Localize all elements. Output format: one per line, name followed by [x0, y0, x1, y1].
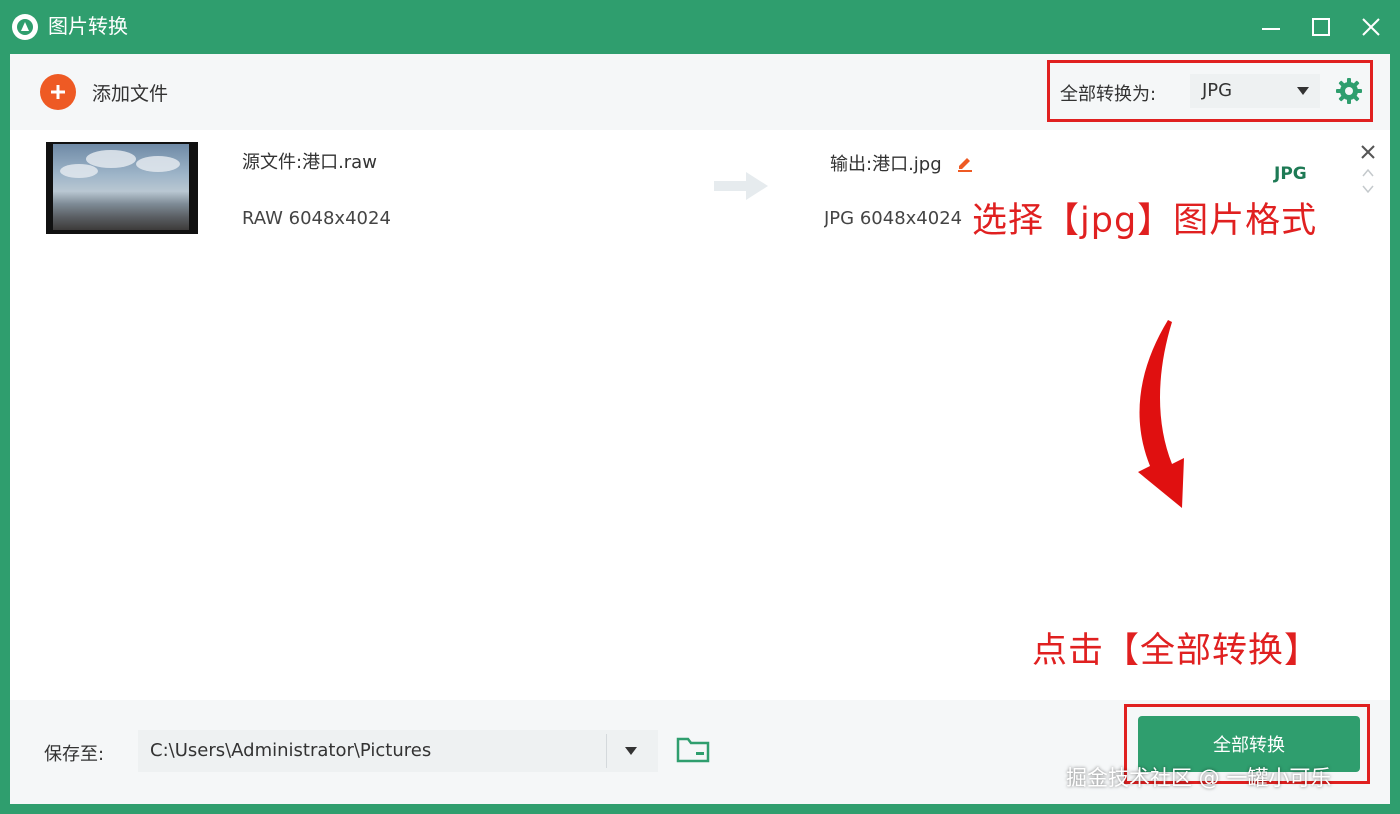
maximize-icon	[1312, 18, 1330, 36]
maximize-button[interactable]	[1306, 12, 1336, 42]
window-title: 图片转换	[48, 14, 128, 38]
add-files-button[interactable]: 添加文件	[40, 74, 168, 110]
output-file-name: 输出:港口.jpg	[830, 154, 942, 175]
main-content: 添加文件 全部转换为: JPG 源文件:港口.raw RAW 6048x4024…	[10, 54, 1390, 804]
image-thumbnail	[46, 142, 198, 234]
output-file-name-group: 输出:港口.jpg	[830, 150, 974, 176]
close-button[interactable]	[1356, 12, 1386, 42]
convert-all-to-label: 全部转换为:	[1060, 84, 1157, 105]
red-arrow-down-icon	[1138, 320, 1184, 508]
caret-down-icon	[625, 747, 637, 755]
toolbar: 添加文件 全部转换为: JPG	[10, 54, 1390, 130]
arrow-right-icon	[714, 172, 768, 200]
output-file-meta: JPG 6048x4024	[824, 208, 963, 229]
minimize-icon	[1262, 28, 1280, 30]
save-path-value: C:\Users\Administrator\Pictures	[150, 740, 432, 761]
source-file-name: 源文件:港口.raw	[242, 152, 377, 173]
app-logo-icon	[12, 14, 38, 40]
format-highlight-box: 全部转换为: JPG	[1047, 60, 1373, 122]
chevron-down-icon[interactable]	[1362, 184, 1374, 194]
plus-icon	[40, 74, 76, 110]
caret-down-icon	[1297, 87, 1309, 95]
remove-file-icon[interactable]	[1360, 144, 1376, 160]
annotation-click-convert: 点击【全部转换】	[1032, 631, 1321, 671]
title-bar: 图片转换	[0, 0, 1400, 54]
close-icon	[1362, 18, 1380, 36]
edit-icon[interactable]	[956, 154, 974, 172]
watermark: 掘金技术社区 @ 一罐小可乐	[1066, 766, 1332, 790]
annotation-select-format: 选择【jpg】图片格式	[972, 201, 1318, 241]
save-path-select[interactable]: C:\Users\Administrator\Pictures	[138, 730, 658, 772]
minimize-button[interactable]	[1256, 12, 1286, 42]
format-select-value: JPG	[1202, 80, 1233, 101]
chevron-up-icon[interactable]	[1362, 168, 1374, 178]
row-format-label[interactable]: JPG	[1274, 164, 1307, 184]
format-select[interactable]: JPG	[1190, 74, 1320, 108]
folder-icon[interactable]	[676, 736, 710, 764]
gear-icon[interactable]	[1335, 77, 1363, 105]
add-files-label: 添加文件	[92, 82, 169, 105]
source-file-meta: RAW 6048x4024	[242, 208, 391, 229]
save-to-label: 保存至:	[44, 744, 105, 765]
